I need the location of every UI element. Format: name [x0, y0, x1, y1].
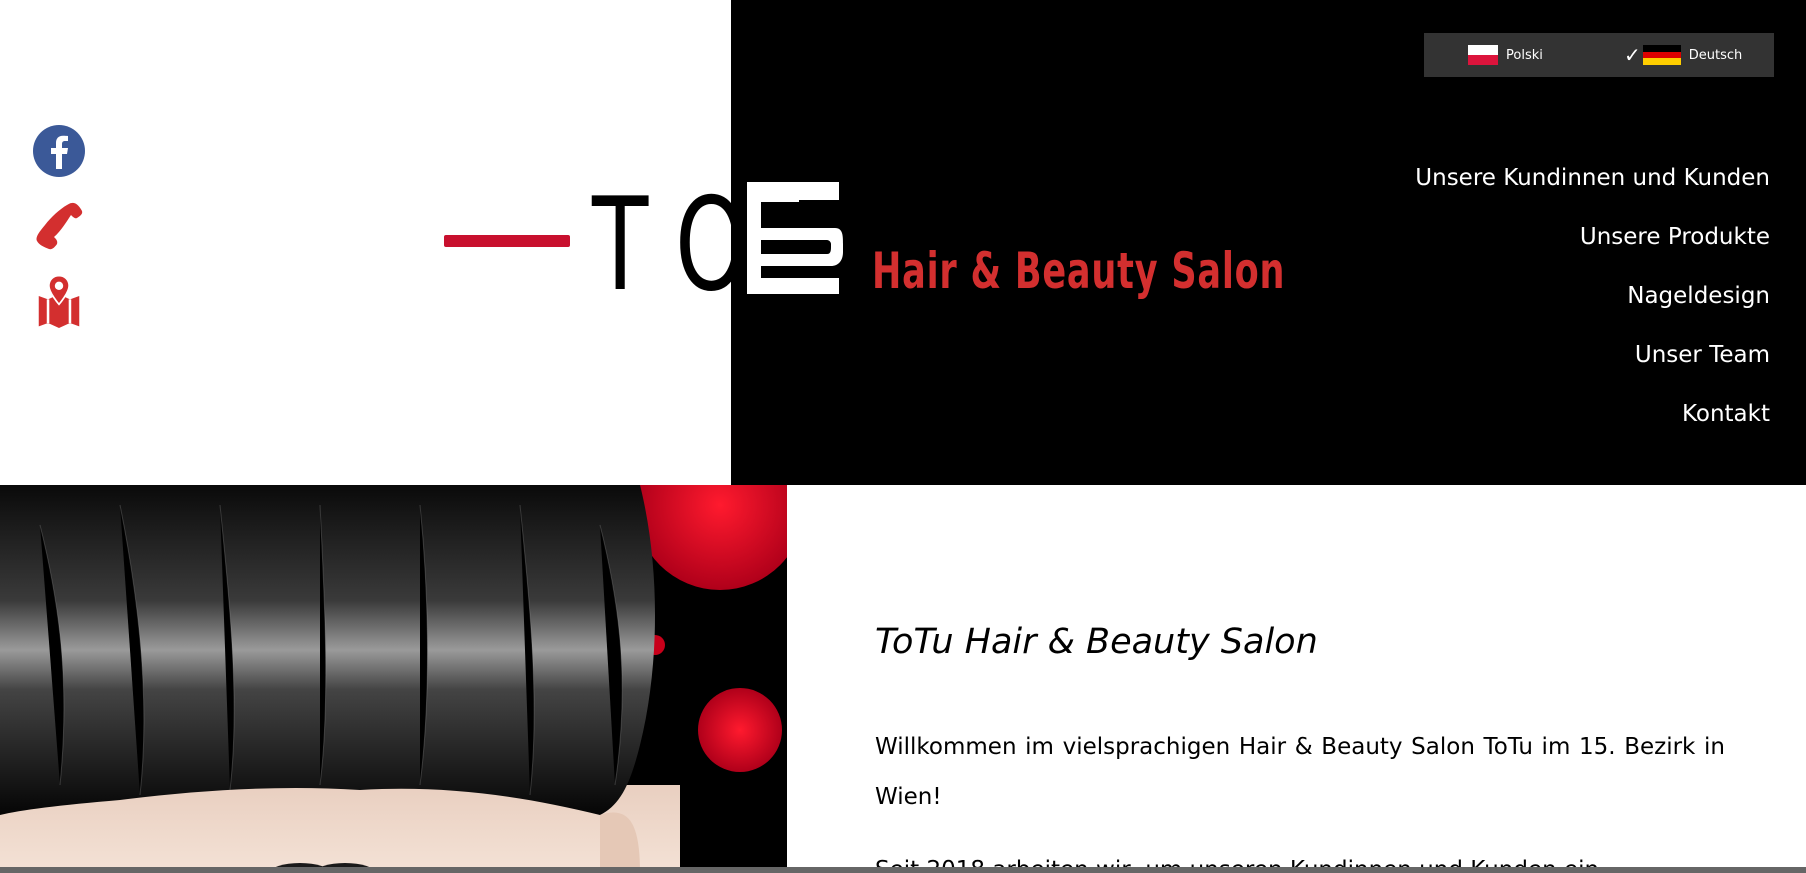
nav-item-team[interactable]: Unser Team: [1415, 335, 1770, 394]
horizontal-scrollbar[interactable]: [0, 867, 1806, 873]
nav-item-contact[interactable]: Kontakt: [1415, 394, 1770, 453]
facebook-icon[interactable]: [32, 124, 86, 178]
site-header: T O Hair & Beauty Salon Polski ✓ Deutsch…: [0, 0, 1806, 485]
hero-image: [0, 485, 787, 873]
logo-tagline: Hair & Beauty Salon: [872, 242, 1286, 300]
language-label-polish: Polski: [1506, 47, 1543, 63]
language-switcher: Polski ✓ Deutsch: [1424, 33, 1774, 77]
nav-item-nail-design[interactable]: Nageldesign: [1415, 276, 1770, 335]
language-option-german[interactable]: ✓ Deutsch: [1624, 33, 1742, 77]
hero-hair-photo: [0, 485, 787, 873]
site-logo[interactable]: T O Hair & Beauty Salon: [440, 171, 1285, 330]
logo-letters-to: T: [592, 171, 650, 320]
phone-icon[interactable]: [32, 199, 86, 253]
nav-item-customers[interactable]: Unsere Kundinnen und Kunden: [1415, 158, 1770, 217]
language-option-polish[interactable]: Polski: [1468, 33, 1543, 77]
page-title: ToTu Hair & Beauty Salon: [875, 622, 1318, 662]
germany-flag-icon: [1642, 45, 1681, 65]
checkmark-icon: ✓: [1624, 43, 1641, 67]
main-navigation: Unsere Kundinnen und Kunden Unsere Produ…: [1415, 158, 1770, 453]
nav-item-products[interactable]: Unsere Produkte: [1415, 217, 1770, 276]
logo-letters-tu: [747, 182, 843, 294]
map-pin-icon[interactable]: [32, 274, 86, 328]
logo-letter-o: O: [675, 171, 748, 320]
logo-dash: [444, 235, 570, 247]
social-links: [32, 124, 88, 349]
language-label-german: Deutsch: [1688, 47, 1743, 63]
poland-flag-icon: [1468, 45, 1498, 65]
intro-paragraph: Willkommen im vielsprachigen Hair & Beau…: [875, 734, 1725, 810]
main-content: ToTu Hair & Beauty Salon Willkommen im v…: [787, 485, 1806, 873]
